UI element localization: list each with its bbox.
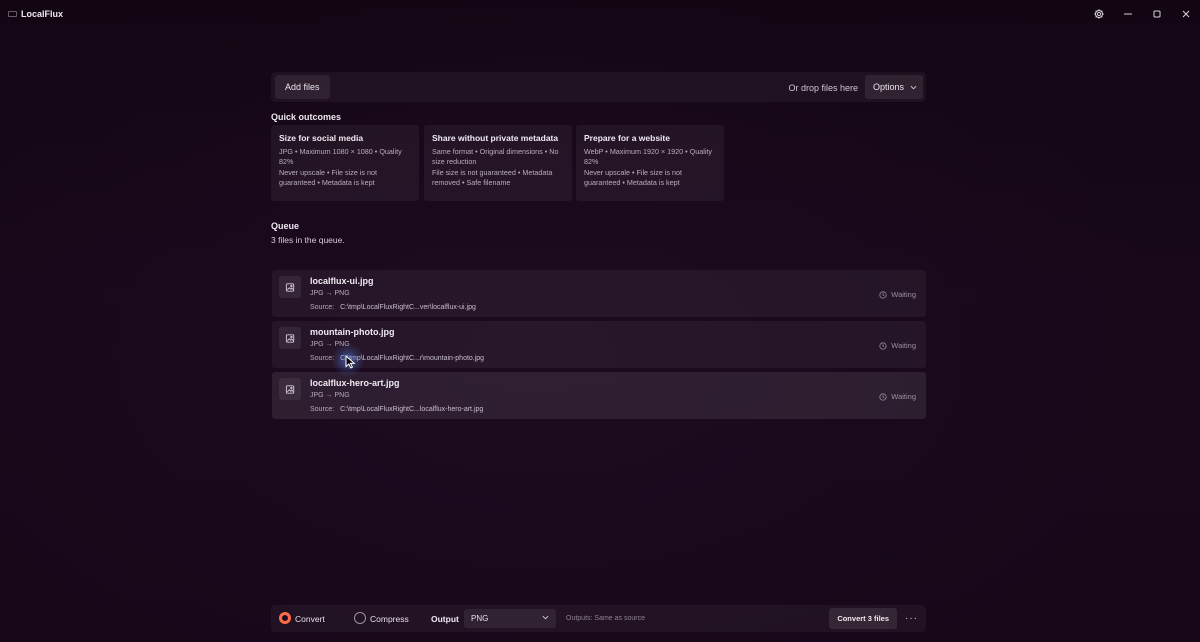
file-name: mountain-photo.jpg: [310, 327, 395, 337]
source-path: C:\tmp\LocalFluxRightC...ver\localflux-u…: [340, 304, 476, 311]
convert-radio-label[interactable]: Convert: [295, 614, 325, 624]
output-format-select[interactable]: PNG: [464, 609, 556, 628]
outcome-card-private[interactable]: Share without private metadata Same form…: [424, 125, 572, 201]
file-name: localflux-hero-art.jpg: [310, 378, 400, 388]
file-conversion: JPG → PNG: [310, 392, 350, 399]
title-bar: LocalFlux: [0, 0, 1200, 30]
outcome-card-title: Prepare for a website: [584, 133, 670, 143]
outcome-card-notes: File size is not guaranteed • Metadata r…: [432, 168, 553, 187]
convert-radio[interactable]: [279, 612, 291, 624]
status-badge: Waiting: [879, 392, 916, 401]
chevron-down-icon: [910, 85, 917, 89]
options-label: Options: [873, 82, 905, 92]
chevron-down-icon: [542, 615, 549, 620]
output-label: Output: [431, 614, 459, 624]
source-label: Source:: [310, 406, 335, 413]
outcome-card-notes: Never upscale • File size is not guarant…: [279, 168, 377, 187]
mouse-pointer-icon: [345, 355, 356, 369]
options-button[interactable]: Options: [865, 75, 923, 99]
action-bar: Convert Compress Output PNG Outputs: Sam…: [271, 605, 926, 632]
compress-radio-label[interactable]: Compress: [370, 614, 409, 624]
drop-files-hint: Or drop files here: [788, 83, 858, 93]
maximize-icon[interactable]: [1147, 5, 1167, 23]
output-format-value: PNG: [471, 614, 489, 623]
outcome-card-settings: JPG • Maximum 1080 × 1080 • Quality 82%: [279, 147, 402, 166]
close-icon[interactable]: [1176, 5, 1196, 23]
outcome-card-settings: WebP • Maximum 1920 × 1920 • Quality 82%: [584, 147, 713, 166]
queue-row[interactable]: mountain-photo.jpg JPG → PNG Source: C:\t…: [272, 321, 926, 368]
quick-outcomes-title: Quick outcomes: [271, 112, 342, 122]
image-file-icon: [279, 327, 301, 349]
status-text: Waiting: [891, 341, 916, 350]
outcome-card-settings: Same format • Original dimensions • No s…: [432, 147, 559, 166]
minimize-icon[interactable]: [1118, 5, 1138, 23]
convert-files-button[interactable]: Convert 3 files: [829, 608, 897, 629]
app-logo-icon: [8, 11, 17, 17]
source-path: C:\tmp\LocalFluxRightC...localflux-hero-…: [340, 406, 484, 413]
image-file-icon: [279, 276, 301, 298]
add-files-button[interactable]: Add files: [275, 75, 330, 99]
queue-row[interactable]: localflux-hero-art.jpg JPG → PNG Source:…: [272, 372, 926, 419]
file-name: localflux-ui.jpg: [310, 276, 374, 286]
compress-radio[interactable]: [354, 612, 366, 624]
outcome-card-social[interactable]: Size for social media JPG • Maximum 1080…: [271, 125, 419, 201]
status-badge: Waiting: [879, 290, 916, 299]
outcome-card-title: Share without private metadata: [432, 133, 559, 143]
status-text: Waiting: [891, 392, 916, 401]
clock-icon: [879, 290, 887, 299]
file-source: Source: C:\tmp\LocalFluxRightC...ver\loca…: [310, 304, 476, 311]
settings-gear-icon[interactable]: [1089, 5, 1109, 23]
source-label: Source:: [310, 304, 335, 311]
image-file-icon: [279, 378, 301, 400]
outcome-card-website[interactable]: Prepare for a website WebP • Maximum 192…: [576, 125, 724, 201]
app-title: LocalFlux: [21, 9, 64, 19]
quick-outcomes: Size for social media JPG • Maximum 1080…: [271, 125, 731, 201]
more-options-icon[interactable]: ···: [901, 608, 922, 629]
queue-row[interactable]: localflux-ui.jpg JPG → PNG Source: C:\tmp…: [272, 270, 926, 317]
clock-icon: [879, 341, 887, 350]
outcome-card-title: Size for social media: [279, 133, 364, 143]
status-text: Waiting: [891, 290, 916, 299]
queue-title: Queue: [271, 221, 300, 231]
file-source: Source: C:\tmp\LocalFluxRightC...localflu…: [310, 406, 483, 413]
outputs-location-note: Outputs: Same as source: [566, 615, 645, 622]
queue-summary: 3 files in the queue.: [271, 235, 345, 245]
clock-icon: [879, 392, 887, 401]
status-badge: Waiting: [879, 341, 916, 350]
file-input-bar: Add files Or drop files here Options: [271, 72, 926, 102]
file-conversion: JPG → PNG: [310, 290, 350, 297]
outcome-card-notes: Never upscale • File size is not guarant…: [584, 168, 682, 187]
